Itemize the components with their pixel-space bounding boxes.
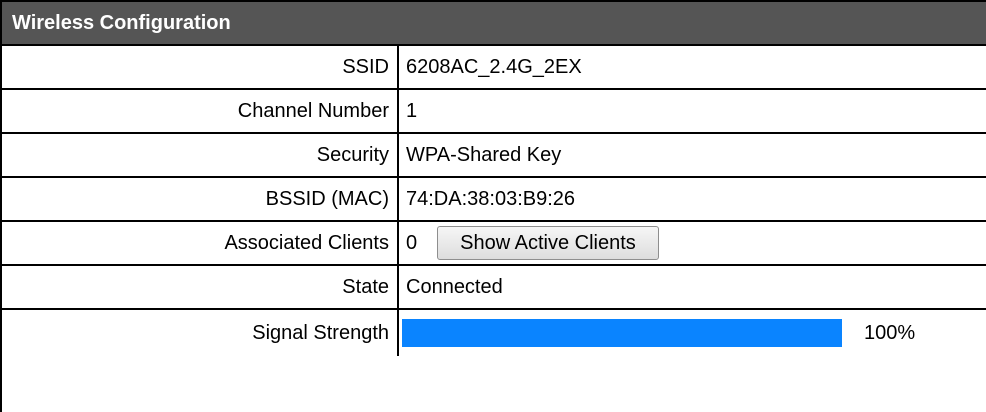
signal-strength-label: Signal Strength [2,310,399,356]
channel-label: Channel Number [2,90,399,132]
signal-strength-track [402,319,842,347]
bssid-row: BSSID (MAC) 74:DA:38:03:B9:26 [2,178,986,222]
signal-strength-row: Signal Strength 100% [2,310,986,356]
channel-row: Channel Number 1 [2,90,986,134]
bssid-value: 74:DA:38:03:B9:26 [406,187,576,210]
security-row: Security WPA-Shared Key [2,134,986,178]
signal-strength-fill [402,319,842,347]
security-label: Security [2,134,399,176]
ssid-row: SSID 6208AC_2.4G_2EX [2,46,986,90]
associated-clients-value: 0 [406,231,418,254]
security-value: WPA-Shared Key [406,143,562,166]
state-value: Connected [406,275,503,298]
associated-clients-label: Associated Clients [2,222,399,264]
associated-clients-row: Associated Clients 0 Show Active Clients [2,222,986,266]
channel-value: 1 [406,99,418,122]
wireless-configuration-panel: Wireless Configuration SSID 6208AC_2.4G_… [0,0,986,412]
signal-strength-meter: 100% [402,319,986,347]
ssid-value: 6208AC_2.4G_2EX [406,55,582,78]
signal-strength-percent: 100% [864,321,916,344]
bssid-label: BSSID (MAC) [2,178,399,220]
ssid-label: SSID [2,46,399,88]
state-label: State [2,266,399,308]
associated-clients-cell: 0 Show Active Clients [399,222,986,264]
panel-title: Wireless Configuration [2,2,986,46]
state-row: State Connected [2,266,986,310]
signal-strength-cell: 100% [399,310,986,356]
show-active-clients-button[interactable]: Show Active Clients [437,226,659,260]
